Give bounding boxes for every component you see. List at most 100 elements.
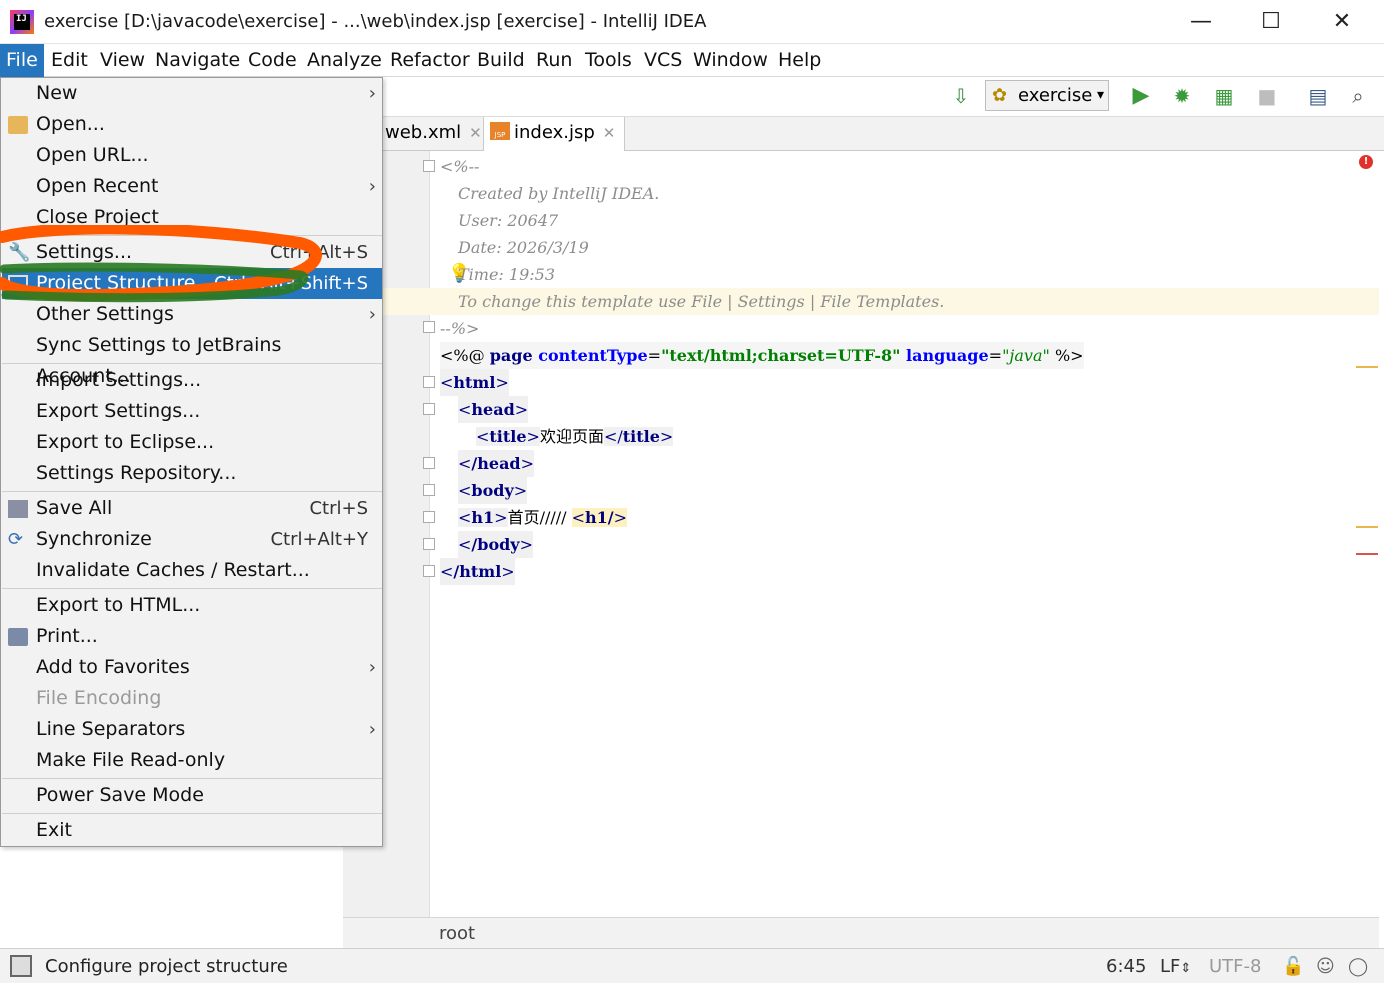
- fold-icon[interactable]: [423, 457, 435, 469]
- code-line-4: Date: 2026/3/19: [458, 238, 589, 257]
- menu-item-open[interactable]: Open...: [2, 109, 382, 140]
- maximize-button[interactable]: ☐: [1251, 8, 1291, 36]
- menu-item-exit[interactable]: Exit: [2, 815, 382, 846]
- fold-icon[interactable]: [423, 484, 435, 496]
- menu-item-other-settings[interactable]: Other Settings ›: [2, 299, 382, 330]
- chevron-updown-icon: ⇕: [1180, 961, 1192, 976]
- tab-web-xml[interactable]: web.xml ✕: [379, 117, 482, 151]
- build-icon[interactable]: ⇩: [947, 84, 975, 108]
- chevron-right-icon: ›: [368, 176, 376, 197]
- jsp-directive-open: <%@: [440, 346, 490, 365]
- menu-window[interactable]: Window: [687, 44, 774, 77]
- menu-item-save-all[interactable]: Save All Ctrl+S: [2, 493, 382, 524]
- menu-navigate[interactable]: Navigate: [149, 44, 246, 77]
- menu-item-label: Add to Favorites: [36, 656, 190, 678]
- tag-name: h1: [471, 508, 495, 527]
- minimize-button[interactable]: —: [1181, 8, 1221, 36]
- menu-item-synchronize[interactable]: ⟳ Synchronize Ctrl+Alt+Y: [2, 524, 382, 555]
- breadcrumb[interactable]: root: [439, 923, 475, 944]
- menu-item-label: Line Separators: [36, 718, 186, 740]
- menu-item-line-separators[interactable]: Line Separators ›: [2, 714, 382, 745]
- line-separator[interactable]: LF⇕: [1160, 956, 1191, 977]
- menu-item-label: Settings Repository...: [36, 462, 237, 484]
- code-line-5: Time: 19:53: [458, 265, 556, 284]
- close-button[interactable]: ✕: [1322, 8, 1362, 36]
- menu-item-label: Power Save Mode: [36, 784, 204, 806]
- menu-item-label: File Encoding: [36, 687, 162, 709]
- menu-item-label: Settings...: [36, 241, 133, 263]
- menu-item-label: Make File Read-only: [36, 749, 226, 771]
- menu-item-shortcut: Ctrl+Alt+Shift+S: [214, 273, 368, 294]
- menu-item-close-project[interactable]: Close Project: [2, 202, 382, 233]
- menu-item-settings[interactable]: 🔧 Settings... Ctrl+Alt+S: [2, 237, 382, 268]
- tag-name: head: [471, 400, 515, 419]
- menu-item-invalidate-caches[interactable]: Invalidate Caches / Restart...: [2, 555, 382, 586]
- project-structure-toolbar-icon[interactable]: ▤: [1304, 84, 1332, 108]
- menu-item-open-url[interactable]: Open URL...: [2, 140, 382, 171]
- menu-item-settings-repository[interactable]: Settings Repository...: [2, 458, 382, 489]
- stop-icon[interactable]: ■: [1253, 84, 1281, 108]
- close-icon[interactable]: ✕: [603, 124, 616, 142]
- menu-item-print[interactable]: Print...: [2, 621, 382, 652]
- fold-icon[interactable]: [423, 511, 435, 523]
- menu-item-import-settings[interactable]: Import Settings...: [2, 365, 382, 396]
- close-icon[interactable]: ✕: [469, 124, 482, 142]
- menu-item-label: Import Settings...: [36, 369, 202, 391]
- fold-icon[interactable]: [423, 376, 435, 388]
- fold-icon[interactable]: [423, 321, 435, 333]
- notifications-icon[interactable]: ◯: [1348, 956, 1368, 977]
- menu-item-label: Open Recent: [36, 175, 159, 197]
- inspector-icon[interactable]: ☺: [1316, 956, 1335, 977]
- code-line-1: <%--: [440, 157, 480, 176]
- menu-analyze[interactable]: Analyze: [301, 44, 388, 77]
- lock-icon[interactable]: 🔓: [1282, 956, 1304, 977]
- menu-view[interactable]: View: [94, 44, 151, 77]
- fold-icon[interactable]: [423, 160, 435, 172]
- menu-build[interactable]: Build: [471, 44, 531, 77]
- code-line-7: --%>: [440, 319, 480, 338]
- tag-name: title: [489, 427, 527, 446]
- run-icon[interactable]: ▶: [1127, 84, 1155, 108]
- menu-item-sync-settings[interactable]: Sync Settings to JetBrains Account...: [2, 330, 382, 387]
- code-line-13: <body>: [458, 477, 528, 504]
- tool-windows-icon[interactable]: [10, 955, 32, 977]
- menu-edit[interactable]: Edit: [45, 44, 94, 77]
- menu-item-label: Other Settings: [36, 303, 174, 325]
- warning-marker[interactable]: [1356, 366, 1378, 368]
- menu-item-make-read-only[interactable]: Make File Read-only: [2, 745, 382, 776]
- tab-index-jsp[interactable]: JSP index.jsp ✕: [483, 117, 625, 151]
- code-line-11: <title>欢迎页面</title>: [476, 427, 674, 446]
- menu-code[interactable]: Code: [242, 44, 303, 77]
- fold-icon[interactable]: [423, 403, 435, 415]
- debug-icon[interactable]: ✹: [1168, 84, 1196, 108]
- fold-icon[interactable]: [423, 538, 435, 550]
- menu-tools[interactable]: Tools: [579, 44, 638, 77]
- file-encoding[interactable]: UTF-8: [1209, 956, 1261, 977]
- menu-item-add-favorites[interactable]: Add to Favorites ›: [2, 652, 382, 683]
- menu-item-new[interactable]: New ›: [2, 78, 382, 109]
- menu-item-open-recent[interactable]: Open Recent ›: [2, 171, 382, 202]
- menu-run[interactable]: Run: [530, 44, 578, 77]
- menu-item-export-html[interactable]: Export to HTML...: [2, 590, 382, 621]
- run-configuration-select[interactable]: ✿ exercise ▾: [985, 80, 1109, 111]
- caret-position[interactable]: 6:45: [1106, 956, 1146, 977]
- menu-refactor[interactable]: Refactor: [384, 44, 476, 77]
- menu-file[interactable]: File: [0, 44, 44, 77]
- fold-icon[interactable]: [423, 565, 435, 577]
- error-indicator-icon[interactable]: !: [1359, 155, 1373, 169]
- menu-item-export-eclipse[interactable]: Export to Eclipse...: [2, 427, 382, 458]
- code-line-15: </body>: [458, 531, 533, 558]
- menu-vcs[interactable]: VCS: [638, 44, 688, 77]
- menu-help[interactable]: Help: [772, 44, 827, 77]
- menu-item-export-settings[interactable]: Export Settings...: [2, 396, 382, 427]
- menu-item-project-structure[interactable]: Project Structure... Ctrl+Alt+Shift+S: [2, 268, 382, 299]
- error-marker[interactable]: [1356, 553, 1378, 555]
- code-line-8: <%@ page contentType="text/html;charset=…: [440, 342, 1084, 369]
- coverage-icon[interactable]: ▦: [1210, 84, 1238, 108]
- menu-item-power-save[interactable]: Power Save Mode: [2, 780, 382, 811]
- menu-item-label: Synchronize: [36, 528, 152, 550]
- menu-item-label: Invalidate Caches / Restart...: [36, 559, 310, 581]
- warning-marker[interactable]: [1356, 526, 1378, 528]
- file-menu-dropdown: New › Open... Open URL... Open Recent › Cl…: [0, 77, 383, 847]
- search-icon[interactable]: ⌕: [1344, 84, 1372, 108]
